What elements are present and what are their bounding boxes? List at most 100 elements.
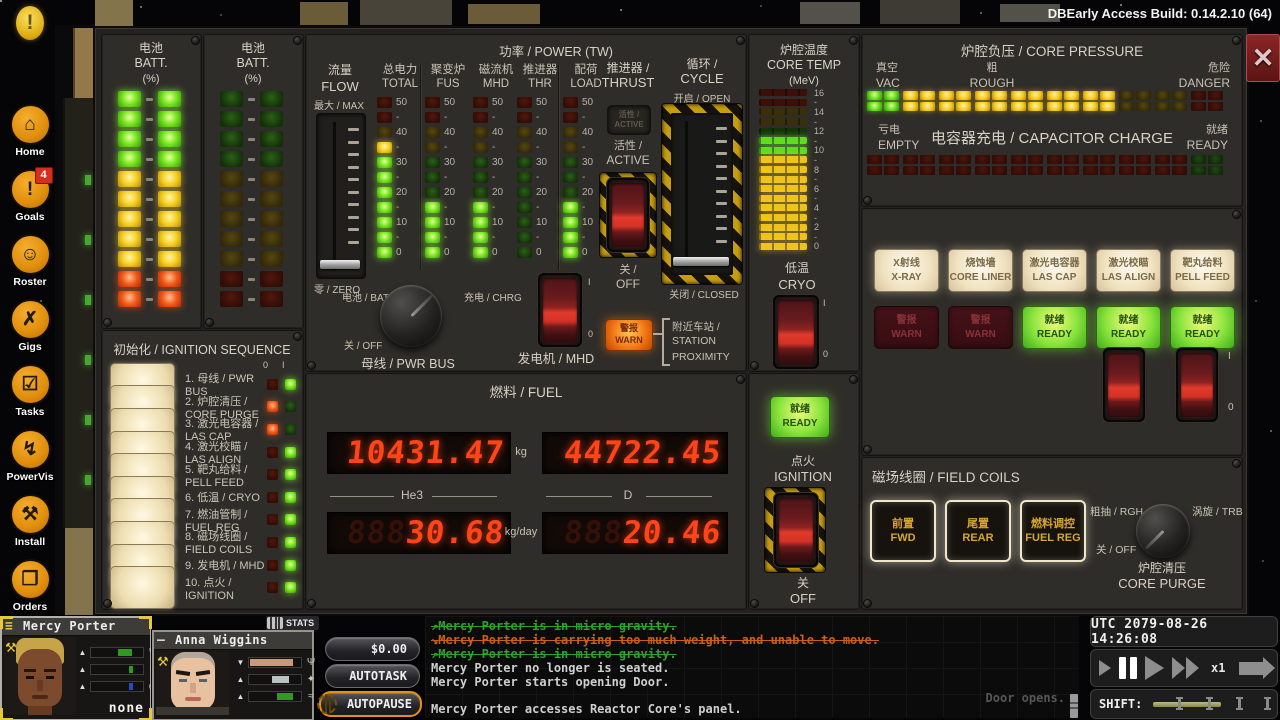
indicator-warn: 警报WARN — [948, 306, 1013, 349]
shift-tick — [1236, 697, 1243, 710]
danger-en: DANGER — [1179, 76, 1230, 90]
playback-controls: x1 — [1090, 649, 1278, 687]
goals-badge: 4 — [35, 167, 53, 184]
mhd-off-label: 0 — [588, 329, 593, 339]
core-temp-en: CORE TEMP — [767, 58, 841, 72]
led-block — [867, 91, 899, 111]
game-world-strip[interactable] — [55, 25, 95, 615]
meter-led — [425, 142, 440, 153]
ignition-switch[interactable] — [774, 493, 818, 567]
sidebar-item-goals[interactable]: !4Goals — [4, 169, 56, 223]
autotask-button[interactable]: AUTOTASK — [325, 664, 420, 688]
crew-stat-bar — [90, 681, 144, 692]
subsystem-button-las-cap[interactable]: 激光电容器LAS CAP — [1022, 249, 1087, 292]
pell-feed-switch[interactable] — [1176, 348, 1218, 422]
play-icon[interactable] — [1145, 656, 1164, 680]
fast-forward-icon[interactable] — [1172, 657, 1199, 679]
crew-stat-row: ▼Ψ — [236, 654, 317, 671]
battery-led — [260, 251, 283, 267]
meter-led — [377, 217, 392, 228]
thrust-active-indicator[interactable]: 活性 /ACTIVE — [607, 105, 651, 135]
meter-led — [473, 157, 488, 168]
log-scrollbar[interactable] — [1070, 694, 1078, 718]
las-align-switch[interactable] — [1103, 348, 1145, 422]
battery-led — [158, 91, 181, 107]
ship-wall-light — [85, 355, 91, 365]
battery-led — [158, 251, 181, 267]
crew-stat-bar — [248, 657, 302, 668]
pause-icon — [317, 694, 337, 714]
play-slow-icon[interactable] — [1099, 660, 1111, 676]
battery-led — [260, 231, 283, 247]
sidebar-item-orders[interactable]: ❐Orders — [4, 559, 56, 613]
crew-stat-row: ▲◉ — [78, 678, 159, 695]
meter-led — [563, 247, 578, 258]
crew-card-anna[interactable]: – Anna Wiggins ⚒ ▼Ψ▲✦▲≈ — [152, 630, 314, 720]
meter-led — [517, 157, 532, 168]
sequence-on-led — [285, 424, 296, 435]
meter-led — [563, 97, 578, 108]
battery-led-column — [220, 89, 283, 309]
gigs-icon: ✗ — [10, 299, 51, 340]
sequence-item-label: 9. 发电机 / MHD — [185, 557, 267, 573]
coil-button-fwd[interactable]: 前置FWD — [870, 500, 936, 562]
crew-card-mercy[interactable]: ≡ Mercy Porter ⚒ ▲Ψ▲✦▲◉ none — [0, 616, 152, 720]
rough-en: ROUGH — [970, 76, 1015, 90]
sidebar-menu: ⌂Home !4Goals ☺Roster ✗Gigs ☑Tasks ↯PowerVis ⚒… — [4, 104, 56, 613]
skip-arrow-icon[interactable] — [1239, 662, 1263, 675]
money-button[interactable]: $0.00 — [325, 637, 420, 661]
meter-led — [517, 187, 532, 198]
sequence-item-label: 5. 靶丸给料 / PELL FEED — [185, 461, 267, 489]
pause-button[interactable] — [1119, 657, 1137, 679]
cycle-slider-handle[interactable] — [673, 257, 729, 266]
subsystem-button-pell-feed[interactable]: 靶丸给料PELL FEED — [1170, 249, 1235, 292]
sequence-item: 10. 点火 / IGNITION — [102, 576, 303, 599]
subsystem-button-x-ray[interactable]: X射线X-RAY — [874, 249, 939, 292]
fuel-title: 燃料 / FUEL — [490, 381, 563, 401]
log-line: ↘Mercy Porter is carrying too much weigh… — [431, 633, 879, 647]
autopause-button[interactable]: AUTOPAUSE — [319, 691, 422, 717]
purge-rgh-label: 粗抽 / RGH — [1090, 504, 1143, 519]
hygiene-icon: ✦ — [305, 674, 317, 685]
cryo-switch[interactable] — [773, 295, 819, 369]
mhd-switch[interactable] — [538, 273, 582, 347]
meter-led — [425, 187, 440, 198]
sequence-off-led — [267, 582, 278, 593]
power-panel: 功率 / POWER (TW) 流量 FLOW 最大 / MAX 零 / ZER… — [305, 34, 747, 372]
led-block — [1191, 155, 1223, 175]
subsystem-button-core-liner[interactable]: 烧蚀墙CORE LINER — [948, 249, 1013, 292]
mhd-on-label: I — [588, 277, 591, 287]
coil-button-fuel-reg[interactable]: 燃料调控FUEL REG — [1020, 500, 1086, 562]
meter-led — [473, 247, 488, 258]
close-button[interactable]: ✕ — [1246, 34, 1280, 82]
cap-ready-cn: 就绪 — [1206, 121, 1228, 137]
sidebar-item-gigs[interactable]: ✗Gigs — [4, 299, 56, 353]
cycle-slider-frame — [662, 104, 742, 284]
battery-led — [118, 171, 141, 187]
stats-button[interactable]: STATS — [266, 616, 319, 630]
dash-icon[interactable]: – — [157, 632, 165, 649]
thrust-switch[interactable] — [607, 178, 649, 252]
alert-badge[interactable]: ! — [16, 6, 44, 40]
battery-title-cn: 电池 — [241, 39, 265, 56]
meter-led — [473, 217, 488, 228]
meter-led — [425, 202, 440, 213]
meter-led — [425, 97, 440, 108]
ship-wall-light — [85, 175, 91, 185]
sidebar-item-install[interactable]: ⚒Install — [4, 494, 56, 548]
station-proximity-warn-indicator: 警报WARN — [605, 319, 653, 351]
coil-button-rear[interactable]: 尾置REAR — [945, 500, 1011, 562]
subsystem-button-las-align[interactable]: 激光校瞄LAS ALIGN — [1096, 249, 1161, 292]
sidebar-item-home[interactable]: ⌂Home — [4, 104, 56, 158]
sidebar-item-powervis[interactable]: ↯PowerVis — [4, 429, 56, 483]
fuel-kg-unit: kg — [515, 446, 527, 458]
battery-led — [220, 131, 243, 147]
thrust-off-cn: 关 / — [619, 261, 636, 277]
battery-led — [260, 171, 283, 187]
core-purge-knob[interactable] — [1136, 504, 1190, 558]
power-meter-fus: 聚变炉FUS50-40-30-20-10-0 — [425, 61, 471, 260]
sidebar-item-tasks[interactable]: ☑Tasks — [4, 364, 56, 418]
sidebar-item-roster[interactable]: ☺Roster — [4, 234, 56, 288]
power-meter-thr: 推进器THR50-40-30-20-10-0 — [517, 61, 563, 260]
event-log[interactable]: ↗Mercy Porter is in micro gravity.↘Mercy… — [425, 616, 1079, 718]
